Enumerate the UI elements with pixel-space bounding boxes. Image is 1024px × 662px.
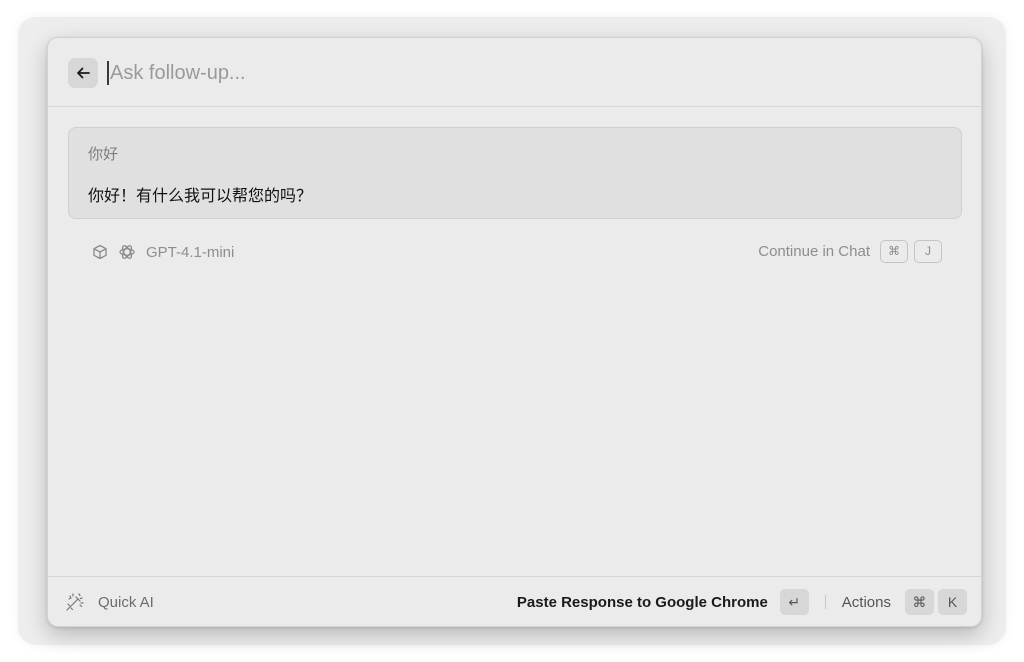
enter-key: ↵ <box>779 589 809 615</box>
footer-app: Quick AI <box>64 591 154 613</box>
back-button[interactable] <box>68 58 98 88</box>
cube-icon[interactable] <box>92 244 108 260</box>
footer-actions: Paste Response to Google Chrome ↵ Action… <box>517 588 967 616</box>
header-bar <box>48 38 981 107</box>
paste-response-button[interactable]: Paste Response to Google Chrome <box>517 594 768 611</box>
continue-in-chat[interactable]: Continue in Chat ⌘ J <box>758 239 942 263</box>
follow-up-input[interactable] <box>110 57 930 89</box>
ai-answer: 你好！有什么我可以帮您的吗？ <box>88 186 313 205</box>
openai-icon <box>118 243 136 261</box>
user-question: 你好 <box>88 145 119 163</box>
message-card: 你好 你好！有什么我可以帮您的吗？ <box>68 127 962 219</box>
quick-ai-window: 你好 你好！有什么我可以帮您的吗？ GPT-4.1-mini Continue … <box>47 37 982 627</box>
actions-k-key: K <box>938 589 967 615</box>
arrow-left-icon <box>77 67 90 79</box>
continue-in-chat-label[interactable]: Continue in Chat <box>758 243 870 260</box>
footer-bar: Quick AI Paste Response to Google Chrome… <box>48 576 981 626</box>
app-name: Quick AI <box>98 593 154 611</box>
quick-ai-icon <box>66 593 84 611</box>
actions-button[interactable]: Actions <box>842 594 891 611</box>
model-name: GPT-4.1-mini <box>146 243 235 261</box>
divider <box>824 595 826 609</box>
text-caret <box>107 61 109 85</box>
shortcut-j-key: J <box>914 239 942 263</box>
shortcut-cmd-key: ⌘ <box>880 239 908 263</box>
actions-cmd-key: ⌘ <box>905 589 934 615</box>
response-meta: GPT-4.1-mini <box>92 242 234 262</box>
